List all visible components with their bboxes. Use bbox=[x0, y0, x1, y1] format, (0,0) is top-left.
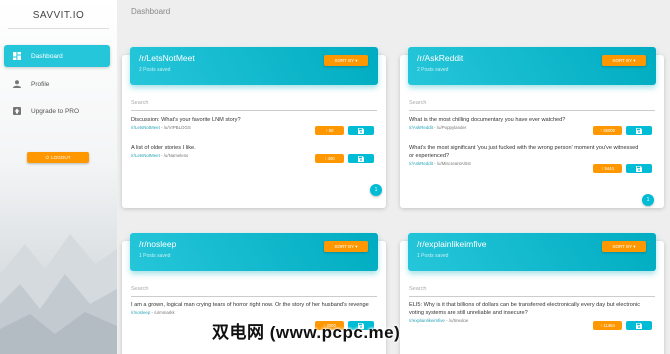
brand-logo[interactable]: SAVVIT.IO bbox=[0, 10, 117, 21]
post-author[interactable]: - /u/Nameless bbox=[160, 153, 188, 158]
search-underline bbox=[131, 110, 377, 111]
card-title[interactable]: /r/explainlikeimfive bbox=[417, 239, 486, 249]
post-subreddit[interactable]: /r/LetsNotMeet bbox=[131, 125, 160, 130]
post-subreddit[interactable]: /r/LetsNotMeet bbox=[131, 153, 160, 158]
mountain-background bbox=[0, 234, 117, 354]
sort-by-button[interactable]: SORT BY ▾ bbox=[324, 55, 368, 66]
save-icon bbox=[358, 155, 364, 162]
card-subtitle: 2 Posts saved bbox=[417, 67, 449, 73]
card-title[interactable]: /r/LetsNotMeet bbox=[139, 53, 195, 63]
post-author[interactable]: - /u/VIPBLOGS bbox=[160, 125, 191, 130]
post-title[interactable]: A list of older stories I like. bbox=[131, 144, 306, 152]
logout-label: LOGOUT bbox=[51, 155, 71, 160]
page-button[interactable]: 1 bbox=[642, 194, 654, 206]
upvote-button[interactable]: ↑ 5444 bbox=[593, 164, 622, 173]
card-header: /r/nosleep 1 Posts saved SORT BY ▾ bbox=[130, 233, 378, 271]
sidebar-item-dashboard[interactable]: Dashboard bbox=[4, 45, 110, 67]
upvote-button[interactable]: ↑ 50 bbox=[315, 126, 344, 135]
subreddit-card: /r/explainlikeimfive 1 Posts saved SORT … bbox=[400, 233, 664, 354]
post-title[interactable]: What's the most significant 'you just fu… bbox=[409, 144, 644, 160]
post-author[interactable]: - /u/Poppylander bbox=[433, 125, 466, 130]
search-input[interactable]: Search bbox=[131, 286, 148, 292]
post-author[interactable]: - /u/tmedoe bbox=[445, 318, 468, 323]
search-input[interactable]: Search bbox=[131, 100, 148, 106]
search-underline bbox=[409, 296, 655, 297]
sort-by-button[interactable]: SORT BY ▾ bbox=[602, 55, 646, 66]
sidebar-item-label: Profile bbox=[31, 80, 50, 88]
card-header: /r/AskReddit 2 Posts saved SORT BY ▾ bbox=[408, 47, 656, 85]
search-input[interactable]: Search bbox=[409, 286, 426, 292]
power-icon: ⏻ bbox=[45, 155, 50, 160]
post-title[interactable]: What is the most chilling documentary yo… bbox=[409, 116, 649, 124]
save-icon bbox=[636, 165, 642, 172]
post-meta: /r/nosleep - /u/mmarkk bbox=[131, 310, 377, 315]
sidebar-item-label: Dashboard bbox=[31, 52, 63, 60]
sidebar-divider bbox=[8, 28, 109, 29]
upvote-button[interactable]: ↑ 11454 bbox=[593, 321, 622, 330]
post-title[interactable]: Discussion: What's your favorite LNM sto… bbox=[131, 116, 306, 124]
card-title[interactable]: /r/AskReddit bbox=[417, 53, 463, 63]
post-subreddit[interactable]: /r/nosleep bbox=[131, 310, 150, 315]
post-title[interactable]: ELI5: Why is it that billions of dollars… bbox=[409, 301, 649, 317]
list-item: ELI5: Why is it that billions of dollars… bbox=[409, 301, 655, 323]
post-subreddit[interactable]: /r/AskReddit bbox=[409, 161, 433, 166]
list-item: What's the most significant 'you just fu… bbox=[409, 144, 655, 166]
upgrade-icon bbox=[13, 107, 21, 115]
save-icon bbox=[636, 127, 642, 134]
page-title: Dashboard bbox=[131, 7, 171, 16]
search-underline bbox=[409, 110, 655, 111]
card-header: /r/explainlikeimfive 1 Posts saved SORT … bbox=[408, 233, 656, 271]
search-underline bbox=[131, 296, 377, 297]
person-icon bbox=[13, 80, 21, 88]
save-button[interactable] bbox=[348, 154, 374, 163]
save-icon bbox=[636, 322, 642, 329]
list-item: I am a grown, logical man crying tears o… bbox=[131, 301, 377, 315]
sidebar-item-label: Upgrade to PRO bbox=[31, 107, 80, 115]
save-button[interactable] bbox=[626, 164, 652, 173]
post-author[interactable]: - /u/mmarkk bbox=[150, 310, 175, 315]
save-icon bbox=[358, 127, 364, 134]
card-subtitle: 2 Posts saved bbox=[139, 67, 171, 73]
upvote-button[interactable]: ↑ 400 bbox=[315, 154, 344, 163]
save-button[interactable] bbox=[348, 126, 374, 135]
save-button[interactable] bbox=[626, 126, 652, 135]
sidebar-item-upgrade[interactable]: Upgrade to PRO bbox=[4, 100, 110, 122]
subreddit-card: /r/AskReddit 2 Posts saved SORT BY ▾ Sea… bbox=[400, 47, 664, 208]
card-subtitle: 1 Posts saved bbox=[139, 253, 171, 259]
sidebar-item-profile[interactable]: Profile bbox=[4, 73, 110, 95]
search-input[interactable]: Search bbox=[409, 100, 426, 106]
subreddit-card: /r/LetsNotMeet 2 Posts saved SORT BY ▾ S… bbox=[122, 47, 386, 208]
sort-by-button[interactable]: SORT BY ▾ bbox=[324, 241, 368, 252]
card-title[interactable]: /r/nosleep bbox=[139, 239, 176, 249]
post-subreddit[interactable]: /r/explainlikeimfive bbox=[409, 318, 445, 323]
upvote-button[interactable]: ↑ 35000 bbox=[593, 126, 622, 135]
page-button[interactable]: 1 bbox=[370, 184, 382, 196]
card-subtitle: 1 Posts saved bbox=[417, 253, 449, 259]
post-subreddit[interactable]: /r/AskReddit bbox=[409, 125, 433, 130]
post-title[interactable]: I am a grown, logical man crying tears o… bbox=[131, 301, 371, 309]
logout-button[interactable]: ⏻ LOGOUT bbox=[27, 152, 89, 163]
save-button[interactable] bbox=[626, 321, 652, 330]
dashboard-icon bbox=[13, 52, 21, 60]
sort-by-button[interactable]: SORT BY ▾ bbox=[602, 241, 646, 252]
watermark: 双电网 (www.pcpc.me) bbox=[212, 323, 401, 342]
sidebar: SAVVIT.IO Dashboard Profile Upgrade to P… bbox=[0, 0, 117, 354]
card-header: /r/LetsNotMeet 2 Posts saved SORT BY ▾ bbox=[130, 47, 378, 85]
post-author[interactable]: - /u/MiscreantArtist bbox=[433, 161, 471, 166]
